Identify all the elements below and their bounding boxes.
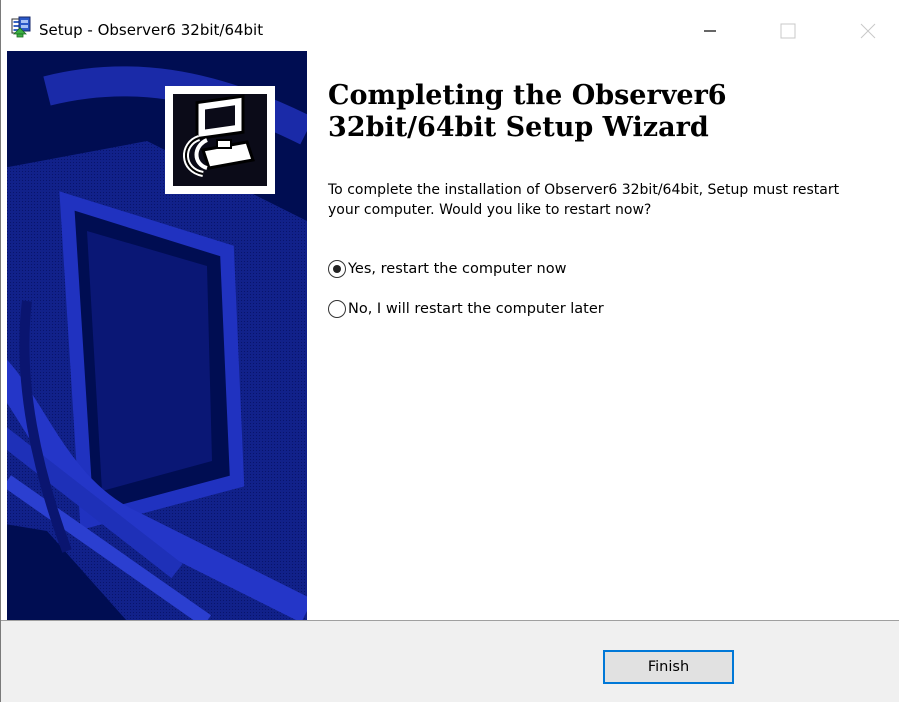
- finish-button[interactable]: Finish: [603, 650, 734, 684]
- radio-unselected-icon[interactable]: [328, 300, 346, 318]
- wizard-heading: Completing the Observer6 32bit/64bit Set…: [328, 80, 727, 143]
- restart-later-option[interactable]: No, I will restart the computer later: [328, 300, 604, 318]
- title-bar[interactable]: Setup - Observer6 32bit/64bit: [1, 0, 899, 50]
- wizard-banner: [7, 51, 307, 621]
- restart-description: To complete the installation of Observer…: [328, 182, 840, 218]
- wizard-footer: Finish: [1, 620, 899, 702]
- setup-logo: [165, 86, 275, 194]
- maximize-button[interactable]: [765, 14, 811, 48]
- computer-install-icon: [183, 94, 255, 177]
- close-icon: [860, 23, 876, 39]
- minimize-button[interactable]: [687, 14, 733, 48]
- restart-now-option[interactable]: Yes, restart the computer now: [328, 260, 566, 278]
- minimize-icon: [704, 30, 716, 32]
- setup-window: Setup - Observer6 32bit/64bit Completing…: [0, 0, 899, 702]
- maximize-icon: [780, 23, 796, 39]
- close-button[interactable]: [845, 14, 891, 48]
- window-title: Setup - Observer6 32bit/64bit: [39, 21, 264, 39]
- installer-icon: [10, 16, 32, 38]
- restart-later-label[interactable]: No, I will restart the computer later: [348, 301, 604, 317]
- restart-now-label[interactable]: Yes, restart the computer now: [348, 261, 566, 277]
- radio-selected-icon[interactable]: [328, 260, 346, 278]
